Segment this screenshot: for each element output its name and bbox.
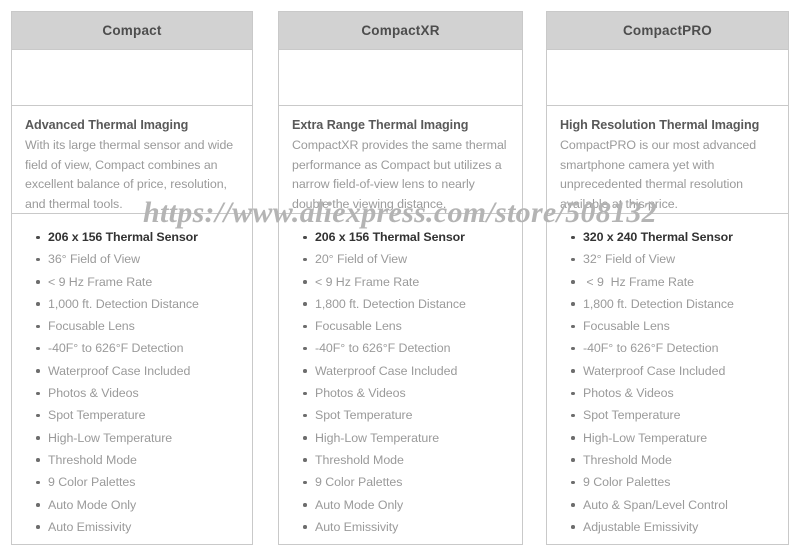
product-description-compactxr: Extra Range Thermal Imaging CompactXR pr… — [279, 106, 522, 214]
spec-item: 320 x 240 Thermal Sensor — [571, 226, 788, 248]
spec-item: Auto Emissivity — [303, 516, 522, 538]
spec-item: Spot Temperature — [36, 404, 252, 426]
spec-item: 36° Field of View — [36, 248, 252, 270]
column-header-label: CompactPRO — [622, 23, 712, 38]
spec-item: Photos & Videos — [36, 382, 252, 404]
description-title: High Resolution Thermal Imaging — [560, 118, 760, 132]
column-header-label: CompactXR — [361, 23, 440, 38]
spec-list: 206 x 156 Thermal Sensor 20° Field of Vi… — [279, 226, 522, 538]
spec-item: 1,000 ft. Detection Distance — [36, 293, 252, 315]
spec-item: Threshold Mode — [571, 449, 788, 471]
spec-item: 1,800 ft. Detection Distance — [303, 293, 522, 315]
spec-item: 9 Color Palettes — [571, 471, 788, 493]
spec-item: Spot Temperature — [303, 404, 522, 426]
column-header-compactxr: CompactXR — [279, 12, 522, 50]
spec-section-compactpro: 320 x 240 Thermal Sensor 32° Field of Vi… — [547, 214, 788, 539]
spec-item: Auto Mode Only — [36, 494, 252, 516]
product-image-placeholder-compactxr — [279, 50, 522, 106]
spec-item: 9 Color Palettes — [303, 471, 522, 493]
spec-item: -40F° to 626°F Detection — [36, 337, 252, 359]
product-image-placeholder-compactpro — [547, 50, 788, 106]
spec-item: Waterproof Case Included — [571, 360, 788, 382]
spec-item: < 9 Hz Frame Rate — [303, 271, 522, 293]
spec-item: Threshold Mode — [303, 449, 522, 471]
spec-list: 206 x 156 Thermal Sensor 36° Field of Vi… — [12, 226, 252, 538]
spec-item: < 9 Hz Frame Rate — [571, 271, 788, 293]
spec-item: 206 x 156 Thermal Sensor — [36, 226, 252, 248]
column-header-compact: Compact — [12, 12, 252, 50]
spec-item: Waterproof Case Included — [303, 360, 522, 382]
spec-item: < 9 Hz Frame Rate — [36, 271, 252, 293]
spec-item: High-Low Temperature — [36, 427, 252, 449]
spec-item: Auto Mode Only — [303, 494, 522, 516]
spec-item: Threshold Mode — [36, 449, 252, 471]
spec-item: 1,800 ft. Detection Distance — [571, 293, 788, 315]
product-description-compactpro: High Resolution Thermal Imaging CompactP… — [547, 106, 788, 214]
description-body: CompactXR provides the same thermal perf… — [292, 138, 507, 211]
product-comparison-table: Compact Advanced Thermal Imaging With it… — [0, 0, 800, 556]
spec-item: Adjustable Emissivity — [571, 516, 788, 538]
spec-item: Photos & Videos — [303, 382, 522, 404]
spec-item: Auto Emissivity — [36, 516, 252, 538]
description-body: CompactPRO is our most advanced smartpho… — [560, 138, 757, 211]
product-column-compactxr: CompactXR Extra Range Thermal Imaging Co… — [278, 11, 523, 545]
description-title: Extra Range Thermal Imaging — [292, 118, 469, 132]
spec-item: Focusable Lens — [303, 315, 522, 337]
spec-item: Waterproof Case Included — [36, 360, 252, 382]
spec-item: High-Low Temperature — [303, 427, 522, 449]
spec-item: -40F° to 626°F Detection — [303, 337, 522, 359]
spec-item: 20° Field of View — [303, 248, 522, 270]
column-header-compactpro: CompactPRO — [547, 12, 788, 50]
spec-item: 206 x 156 Thermal Sensor — [303, 226, 522, 248]
spec-list: 320 x 240 Thermal Sensor 32° Field of Vi… — [547, 226, 788, 538]
product-column-compactpro: CompactPRO High Resolution Thermal Imagi… — [546, 11, 789, 545]
spec-section-compactxr: 206 x 156 Thermal Sensor 20° Field of Vi… — [279, 214, 522, 539]
description-body: With its large thermal sensor and wide f… — [25, 138, 234, 211]
spec-item: High-Low Temperature — [571, 427, 788, 449]
spec-section-compact: 206 x 156 Thermal Sensor 36° Field of Vi… — [12, 214, 252, 539]
description-title: Advanced Thermal Imaging — [25, 118, 189, 132]
spec-item: -40F° to 626°F Detection — [571, 337, 788, 359]
spec-item: Focusable Lens — [571, 315, 788, 337]
product-description-compact: Advanced Thermal Imaging With its large … — [12, 106, 252, 214]
spec-item: Spot Temperature — [571, 404, 788, 426]
spec-item: 9 Color Palettes — [36, 471, 252, 493]
spec-item: Auto & Span/Level Control — [571, 494, 788, 516]
column-header-label: Compact — [102, 23, 162, 38]
spec-item: 32° Field of View — [571, 248, 788, 270]
spec-item: Photos & Videos — [571, 382, 788, 404]
product-image-placeholder-compact — [12, 50, 252, 106]
product-column-compact: Compact Advanced Thermal Imaging With it… — [11, 11, 253, 545]
spec-item: Focusable Lens — [36, 315, 252, 337]
